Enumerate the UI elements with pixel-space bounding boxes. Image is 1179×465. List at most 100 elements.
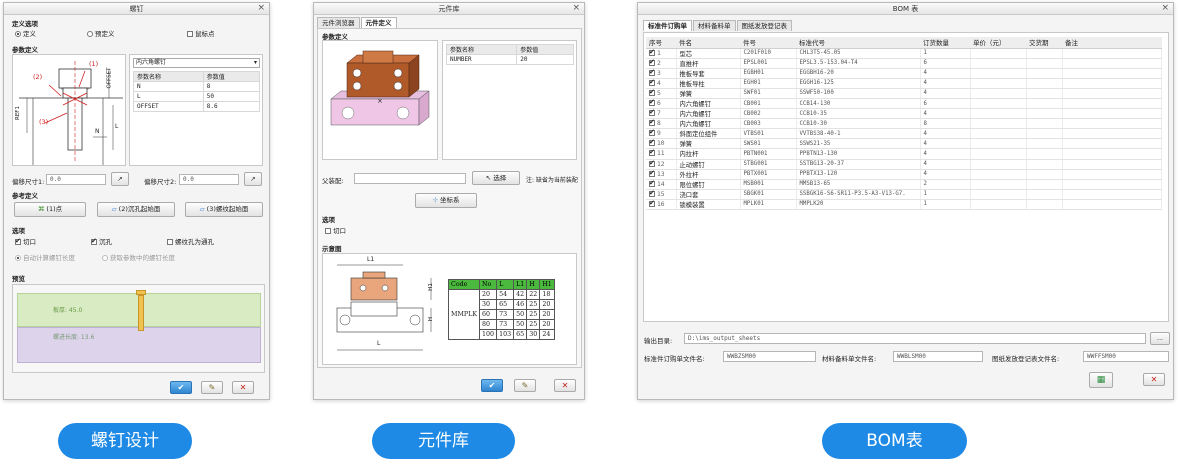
csys-button[interactable]: ⊹ 坐标系 (415, 193, 477, 208)
table-row[interactable]: 6内六角螺钉CB001CCB14-1306 (646, 98, 1162, 110)
edit-button[interactable]: ✎ (201, 381, 223, 394)
row-checkbox[interactable] (649, 129, 655, 137)
row-checkbox[interactable] (649, 58, 655, 66)
library-checkbox-cut[interactable]: 切口 (325, 225, 346, 235)
bom-header-cell[interactable]: 单价（元） (970, 37, 1026, 49)
checkbox-cut[interactable]: 切口 (15, 236, 36, 246)
table-row[interactable]: 5 弹簧SWF01SSWF50-1004 (646, 88, 1162, 99)
table-row[interactable]: 2 直推杆EPSL001EPSL3.5-153.04-T46 (646, 58, 1162, 69)
point-button[interactable]: ⌘ (1)点 (14, 202, 86, 217)
bom-header-cell[interactable]: 件名 (676, 37, 740, 49)
row-number-cell[interactable]: 3 (646, 68, 677, 79)
bom-header-cell[interactable]: 备注 (1062, 37, 1162, 49)
table-row[interactable]: N8 (133, 81, 261, 92)
ok-button[interactable]: ✔ (481, 379, 503, 392)
row-checkbox[interactable] (649, 98, 655, 107)
table-row[interactable]: 1型芯C201F010CHL3T5-45.051 (646, 48, 1162, 59)
param-value[interactable]: 20 (516, 54, 574, 65)
row-number-cell[interactable]: 12 (646, 159, 677, 170)
register-file-input[interactable]: WWFFSM00 (1083, 351, 1169, 362)
row-checkbox[interactable] (649, 149, 655, 157)
export-excel-button[interactable]: ▦ (1089, 372, 1113, 388)
row-number-cell[interactable]: 9 (646, 128, 677, 140)
row-checkbox[interactable] (649, 159, 655, 167)
bom-header-cell[interactable]: 标准代号 (796, 37, 920, 49)
row-number-cell[interactable]: 8 (646, 118, 677, 130)
parent-assembly-input[interactable] (354, 173, 466, 184)
table-row[interactable]: 4推板导柱EGH01EGGH16-1254 (646, 78, 1162, 89)
row-number-cell[interactable]: 13 (646, 169, 677, 180)
tab-material-list[interactable]: 材料备料单 (693, 20, 736, 31)
radio-get[interactable]: 获取参数中的螺钉长度 (102, 252, 175, 262)
screw-type-select[interactable]: 内六角螺钉 ▾ (133, 58, 260, 68)
table-row[interactable]: 13 外拉杆PBTX001PPBTX13-1204 (646, 169, 1162, 180)
output-dir-input[interactable]: D:\ims_output_sheets (684, 333, 1146, 344)
row-checkbox[interactable] (649, 48, 655, 56)
close-icon[interactable]: × (257, 3, 265, 14)
bom-header-cell[interactable]: 序号 (646, 37, 676, 49)
radio-predefine[interactable]: 预定义 (87, 28, 115, 38)
row-number-cell[interactable]: 2 (646, 58, 677, 69)
table-row[interactable]: 7 内六角螺钉CB002CCB10-354 (646, 108, 1162, 120)
checkbox-counterbore[interactable]: 沉孔 (91, 236, 112, 246)
row-number-cell[interactable]: 14 (646, 179, 677, 190)
tab-browser[interactable]: 元件浏览器 (317, 17, 360, 28)
table-row[interactable]: 9 斜面定位组件VTBS01VVTBS38-40-14 (646, 128, 1162, 140)
row-number-cell[interactable]: 15 (646, 189, 677, 200)
chevron-down-icon[interactable]: ▾ (254, 59, 257, 67)
row-checkbox[interactable] (649, 78, 655, 86)
row-checkbox[interactable] (649, 169, 655, 177)
offset1-pick-button[interactable]: ↗ (111, 172, 129, 186)
row-number-cell[interactable]: 4 (646, 78, 677, 89)
table-row[interactable]: 15 浇口套SBGK01SSBGK16-S6-SR11-P3.5-A3-V13-G… (646, 189, 1162, 200)
row-number-cell[interactable]: 10 (646, 138, 677, 150)
checkbox-marker[interactable]: 鼠标点 (187, 28, 215, 38)
screw-face-button[interactable]: ▱ (3)螺纹起始面 (185, 202, 263, 217)
row-number-cell[interactable]: 16 (646, 199, 677, 211)
close-icon[interactable]: × (572, 3, 580, 14)
radio-auto[interactable]: 自动计算螺钉长度 (15, 252, 75, 262)
row-checkbox[interactable] (649, 179, 655, 187)
row-number-cell[interactable]: 11 (646, 148, 677, 160)
row-checkbox[interactable] (649, 109, 655, 117)
table-row[interactable]: 16 锁模装置MPLK01MMPLK201 (646, 199, 1162, 211)
edit-button[interactable]: ✎ (514, 379, 536, 392)
cancel-button[interactable]: ✕ (554, 379, 576, 392)
row-checkbox[interactable] (649, 119, 655, 127)
cancel-button[interactable]: ✕ (1143, 373, 1165, 386)
bom-header-cell[interactable]: 件号 (740, 37, 796, 49)
row-checkbox[interactable] (649, 199, 655, 207)
table-row[interactable]: NUMBER 20 (445, 54, 574, 65)
bom-header-cell[interactable]: 交货期 (1026, 37, 1062, 49)
table-row[interactable]: OFFSET 8.6 (133, 101, 261, 112)
offset2-input[interactable]: 0.0 (179, 174, 239, 185)
row-checkbox[interactable] (649, 88, 655, 96)
table-row[interactable]: L 50 (133, 91, 261, 102)
param-value[interactable]: 50 (202, 91, 261, 102)
offset1-input[interactable]: 0.0 (46, 174, 106, 185)
row-checkbox[interactable] (649, 68, 655, 76)
row-checkbox[interactable] (649, 189, 655, 197)
table-row[interactable]: 10 弹簧SWS01SSWS21-354 (646, 138, 1162, 150)
material-file-input[interactable]: WWBLSM00 (893, 351, 983, 362)
cancel-button[interactable]: ✕ (232, 381, 254, 394)
hole-face-button[interactable]: ▱ (2)沉孔起始面 (97, 202, 175, 217)
ok-button[interactable]: ✔ (170, 381, 192, 394)
row-checkbox[interactable] (649, 139, 655, 147)
offset2-pick-button[interactable]: ↗ (244, 172, 262, 186)
table-row[interactable]: 14 限位螺钉MSB001MMSB13-652 (646, 179, 1162, 190)
radio-define[interactable]: 定义 (15, 28, 36, 38)
row-number-cell[interactable]: 1 (646, 48, 677, 59)
table-row[interactable]: 8内六角螺钉CB003CCB10-308 (646, 118, 1162, 130)
tab-drawing-register[interactable]: 图纸发放登记表 (736, 20, 792, 31)
close-icon[interactable]: × (1161, 3, 1169, 14)
row-number-cell[interactable]: 6 (646, 98, 677, 110)
bom-header-cell[interactable]: 订货数量 (920, 37, 970, 49)
table-row[interactable]: 11 内拉杆PBTN001PPBTN13-1304 (646, 148, 1162, 160)
param-value[interactable]: 8.6 (202, 101, 261, 112)
table-row[interactable]: 12 止动螺钉STBG001SSTBG13-20-374 (646, 159, 1162, 170)
select-button[interactable]: ↖ 选择 (472, 171, 520, 185)
table-row[interactable]: 3 推板导套EGBH01EGGBH16-204 (646, 68, 1162, 79)
param-value[interactable]: 8 (202, 81, 261, 92)
checkbox-through[interactable]: 螺纹孔为通孔 (167, 236, 214, 246)
